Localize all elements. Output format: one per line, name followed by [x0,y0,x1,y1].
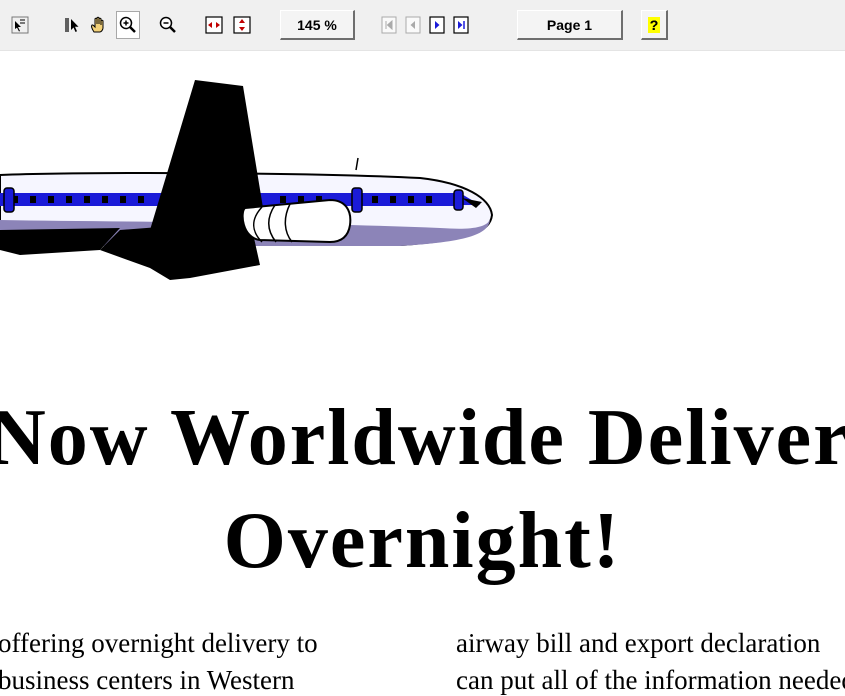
zoom-level-label: 145 % [297,16,337,33]
zoom-level-button[interactable]: 145 % [280,10,355,40]
column-1-text: offering overnight delivery to business … [0,625,318,696]
last-page-icon[interactable] [449,11,473,39]
zoom-out-icon[interactable] [156,11,180,39]
select-text-icon[interactable] [8,11,32,39]
airplane-illustration [0,80,494,280]
column-2-line-2: can put all of the information needed [456,665,845,695]
column-1-line-1: offering overnight delivery to [0,628,318,658]
document-page: Now Worldwide Delivery Overnight! offeri… [0,51,845,696]
viewer-toolbar: 145 % Page 1 ? [0,0,845,51]
fit-width-icon[interactable] [202,11,226,39]
column-1-line-2: business centers in Western [0,665,295,695]
hand-pan-icon[interactable] [86,11,110,39]
help-button[interactable]: ? [641,10,668,40]
page-number-label: Page 1 [546,16,593,33]
fit-height-icon[interactable] [230,11,254,39]
page-number-button[interactable]: Page 1 [517,10,623,40]
first-page-icon [377,11,401,39]
column-2-line-1: airway bill and export declaration [456,628,821,658]
headline-line-2: Overnight! [223,497,622,585]
headline-line-1: Now Worldwide Delivery [0,394,845,482]
next-page-icon[interactable] [425,11,449,39]
previous-page-icon [401,11,425,39]
pointer-icon[interactable] [60,11,84,39]
column-2-text: airway bill and export declaration can p… [456,625,845,696]
help-icon: ? [647,16,661,33]
zoom-in-icon[interactable] [116,11,140,39]
